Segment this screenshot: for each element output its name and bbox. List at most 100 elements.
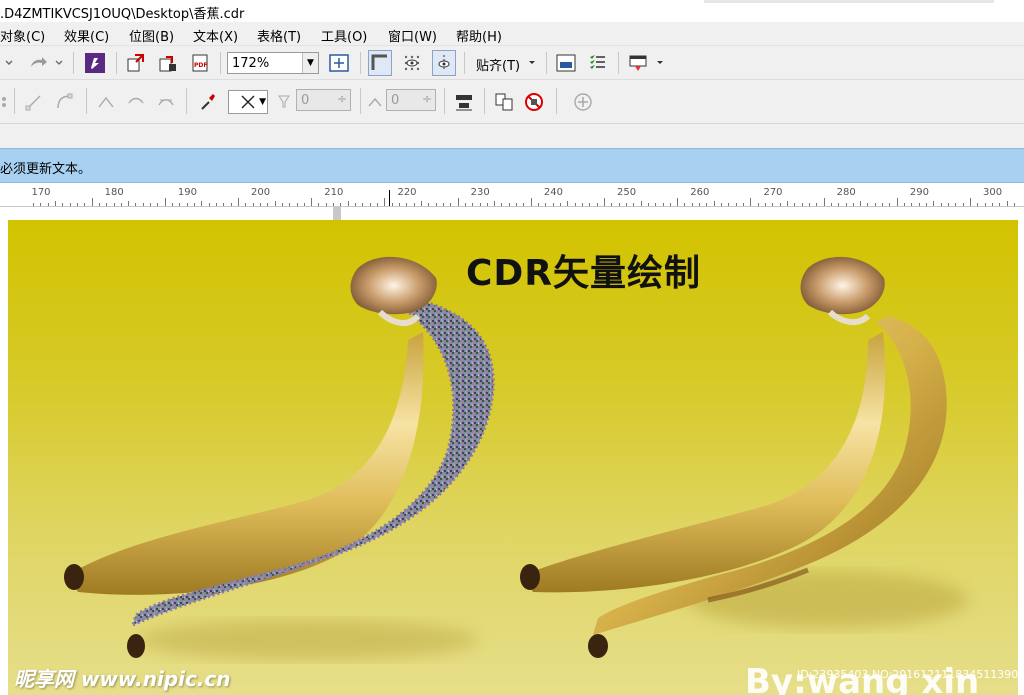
menu-text[interactable]: 文本(X) [193, 26, 238, 45]
menu-window[interactable]: 窗口(W) [388, 26, 437, 45]
ruler-tick [933, 201, 935, 206]
ruler-tick [113, 203, 115, 206]
ruler-tick [157, 203, 159, 206]
ruler-tick [347, 201, 349, 206]
ruler-label: 280 [836, 187, 856, 198]
snap-dropdown-icon[interactable] [526, 51, 538, 75]
corel-connect-icon[interactable] [82, 51, 108, 75]
menu-effects[interactable]: 效果(C) [64, 26, 109, 45]
add-icon[interactable] [570, 90, 596, 114]
ruler-tick [926, 203, 928, 206]
ruler-tick [362, 203, 364, 206]
ruler-label: 170 [31, 187, 51, 198]
ruler-tick [948, 203, 949, 206]
menu-table[interactable]: 表格(T) [257, 26, 301, 45]
angle-spinner[interactable]: 0 ÷ [386, 89, 436, 111]
standard-toolbar: PDF 172% ▼ 贴齐(T) [0, 46, 1024, 80]
property-bar: ▼ 0 ÷ 0 ÷ [0, 80, 1024, 124]
toolbar-separator [484, 88, 485, 114]
ruler-tick [508, 203, 510, 206]
toolbar-separator [86, 88, 87, 114]
ruler-tick [281, 203, 283, 206]
ruler-tick [216, 203, 217, 206]
ruler-tick [420, 201, 422, 206]
ruler-tick [98, 203, 100, 206]
ruler-tick [852, 203, 854, 206]
artwork-title-text[interactable]: CDR矢量绘制 [466, 244, 701, 296]
ruler-tick [684, 203, 686, 206]
smooth-node-icon [124, 90, 148, 114]
outline-width-spinner[interactable]: 0 ÷ [296, 89, 351, 111]
angle-value[interactable]: 0 [391, 93, 399, 108]
show-guidelines-icon[interactable] [432, 50, 456, 76]
chevron-down-icon[interactable]: ▼ [259, 97, 266, 107]
ruler-tick [633, 203, 635, 206]
ruler-tick [538, 203, 540, 206]
ruler-tick [867, 203, 869, 206]
toolbar-separator [14, 88, 15, 114]
ruler-tick [596, 203, 598, 206]
import-icon[interactable] [124, 51, 148, 75]
outline-width-icon [276, 90, 292, 114]
ruler-tick [713, 201, 715, 206]
ruler-tick [318, 203, 320, 206]
redo-dropdown-icon[interactable] [52, 51, 66, 75]
ruler-label: 270 [763, 187, 783, 198]
ruler-tick [172, 203, 174, 206]
cusp-node-icon [94, 90, 118, 114]
menu-object[interactable]: 对象(C) [0, 26, 45, 45]
zoom-level-combo[interactable]: 172% ▼ [227, 52, 319, 74]
clear-transformations-icon[interactable] [522, 90, 546, 114]
ruler-tick [647, 203, 649, 206]
publish-pdf-icon[interactable]: PDF [188, 51, 212, 75]
ruler-tick [677, 198, 679, 206]
zoom-level-value[interactable]: 172% [232, 56, 269, 71]
ruler-tick [611, 203, 613, 206]
menu-tools[interactable]: 工具(O) [321, 26, 367, 45]
eyedropper-icon[interactable] [196, 90, 220, 114]
ruler-tick [333, 203, 335, 206]
full-screen-preview-icon[interactable] [326, 51, 352, 75]
node-tool-icon[interactable] [0, 90, 10, 114]
toolbar-separator [464, 52, 465, 74]
ruler-tick [69, 203, 71, 206]
export-icon[interactable] [156, 51, 180, 75]
ruler-tick [735, 203, 737, 206]
ruler-label: 290 [909, 187, 929, 198]
menu-bitmaps[interactable]: 位图(B) [129, 26, 174, 45]
options-icon[interactable] [586, 51, 610, 75]
undo-dropdown-icon[interactable] [0, 51, 18, 75]
horizontal-ruler[interactable]: 170 180 190 200 210 220 230 240 250 260 270 280 290 3… [0, 183, 1024, 207]
toolbox-strip [0, 124, 1024, 148]
ruler-tick [530, 198, 532, 206]
snap-to-button[interactable]: 贴齐(T) [476, 55, 520, 74]
ruler-tick [413, 203, 415, 206]
image-id-watermark: ID:23935403 NO:20161211183451139031 [797, 668, 1024, 681]
ruler-tick [106, 203, 108, 206]
outline-style-dropdown[interactable]: ▼ [228, 90, 268, 114]
ruler-tick [377, 203, 379, 206]
ruler-tick [245, 203, 247, 206]
ruler-tick [428, 203, 430, 206]
show-grid-icon[interactable] [400, 51, 424, 75]
launcher-dropdown-icon[interactable] [654, 51, 666, 75]
application-launcher-icon[interactable] [626, 51, 650, 75]
chevron-down-icon[interactable]: ▼ [302, 53, 318, 73]
show-rulers-icon[interactable] [368, 50, 392, 76]
align-distribute-icon[interactable] [452, 90, 476, 114]
redo-icon[interactable] [26, 51, 50, 75]
menu-help[interactable]: 帮助(H) [456, 26, 502, 45]
ruler-tick [311, 198, 313, 206]
spinner-arrows-icon[interactable]: ÷ [422, 92, 432, 106]
spinner-arrows-icon[interactable]: ÷ [337, 92, 347, 106]
outline-width-value[interactable]: 0 [301, 93, 309, 108]
ruler-tick [918, 203, 920, 206]
welcome-screen-icon[interactable] [554, 51, 578, 75]
ruler-tick [355, 203, 357, 206]
convert-to-curves-icon[interactable] [492, 90, 516, 114]
ruler-tick [289, 203, 291, 206]
toolbar-separator [186, 88, 187, 114]
ruler-tick [62, 203, 64, 206]
ruler-tick [369, 203, 371, 206]
ruler-tick [699, 203, 701, 206]
